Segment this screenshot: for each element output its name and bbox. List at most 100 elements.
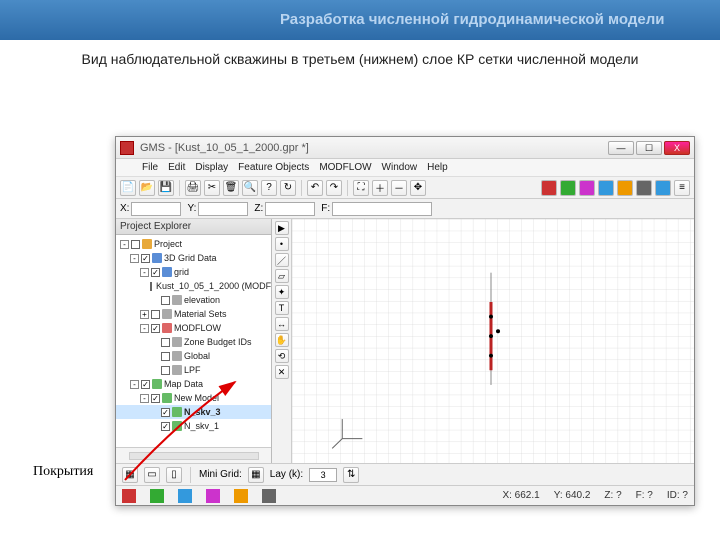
tree-checkbox[interactable]	[161, 352, 170, 361]
search-icon[interactable]: 🔍	[242, 180, 258, 196]
status-cube-green-icon[interactable]	[150, 489, 164, 503]
menu-feature-objects[interactable]: Feature Objects	[238, 162, 309, 173]
tree-item[interactable]: -✓Map Data	[116, 377, 271, 391]
point-tool-icon[interactable]: •	[275, 237, 289, 251]
poly-tool-icon[interactable]: ▱	[275, 269, 289, 283]
menu-edit[interactable]: Edit	[168, 162, 185, 173]
new-file-icon[interactable]: 📄	[120, 180, 136, 196]
pan-icon[interactable]: ✥	[410, 180, 426, 196]
tree-item[interactable]: LPF	[116, 363, 271, 377]
zoom-out-icon[interactable]: －	[391, 180, 407, 196]
status-cube-magenta-icon[interactable]	[206, 489, 220, 503]
coord-z-input[interactable]	[265, 202, 315, 216]
tree-item[interactable]: +Material Sets	[116, 307, 271, 321]
tree-toggle-icon[interactable]: -	[140, 324, 149, 333]
menu-window[interactable]: Window	[382, 162, 418, 173]
menu-file[interactable]: File	[142, 162, 158, 173]
redo-icon[interactable]: ↷	[326, 180, 342, 196]
tree-item[interactable]: ✓N_skv_1	[116, 419, 271, 433]
refresh-icon[interactable]: ↻	[280, 180, 296, 196]
menu-modflow[interactable]: MODFLOW	[319, 162, 371, 173]
cross-tool-icon[interactable]: ✕	[275, 365, 289, 379]
zoom-in-icon[interactable]: ＋	[372, 180, 388, 196]
hand-tool-icon[interactable]: ✋	[275, 333, 289, 347]
explorer-scrollbar[interactable]	[116, 447, 271, 463]
tree-item[interactable]: -✓MODFLOW	[116, 321, 271, 335]
text-tool-icon[interactable]: T	[275, 301, 289, 315]
model-canvas[interactable]	[292, 219, 694, 463]
window-close-button[interactable]: X	[664, 141, 690, 155]
cube-green-icon[interactable]	[560, 180, 576, 196]
coord-x-input[interactable]	[131, 202, 181, 216]
cube-blue-icon[interactable]	[598, 180, 614, 196]
tree-checkbox[interactable]	[151, 310, 160, 319]
tree-checkbox[interactable]: ✓	[151, 268, 160, 277]
measure-tool-icon[interactable]: ↔	[275, 317, 289, 331]
tree-item[interactable]: -Project	[116, 237, 271, 251]
status-cube-blue-icon[interactable]	[178, 489, 192, 503]
status-cube-red-icon[interactable]	[122, 489, 136, 503]
tree-checkbox[interactable]: ✓	[161, 408, 170, 417]
front-view-icon[interactable]: ▭	[144, 467, 160, 483]
print-icon[interactable]: 🖨	[185, 180, 201, 196]
select-tool-icon[interactable]: ▶	[275, 221, 289, 235]
canvas-area: ▶ • ／ ▱ ✦ T ↔ ✋ ⟲ ✕	[272, 219, 694, 463]
tree-item[interactable]: -✓New Model	[116, 391, 271, 405]
open-icon[interactable]: 📂	[139, 180, 155, 196]
save-icon[interactable]: 💾	[158, 180, 174, 196]
cut-icon[interactable]: ✂	[204, 180, 220, 196]
tree-checkbox[interactable]: ✓	[141, 380, 150, 389]
tree-item[interactable]: -✓3D Grid Data	[116, 251, 271, 265]
help-icon[interactable]: ?	[261, 180, 277, 196]
lay-input[interactable]	[309, 468, 337, 482]
tree-item[interactable]: Zone Budget IDs	[116, 335, 271, 349]
lay-stepper[interactable]: ⇅	[343, 467, 359, 483]
more-icon[interactable]: ≡	[674, 180, 690, 196]
tree-checkbox[interactable]	[161, 338, 170, 347]
tree-checkbox[interactable]	[161, 366, 170, 375]
side-view-icon[interactable]: ▯	[166, 467, 182, 483]
tree-item[interactable]: ✓N_skv_3	[116, 405, 271, 419]
tree-toggle-icon[interactable]: +	[140, 310, 149, 319]
tree-checkbox[interactable]	[150, 282, 152, 291]
tree-checkbox[interactable]	[161, 296, 170, 305]
coord-toolbar: X: Y: Z: F:	[116, 199, 694, 219]
status-y: Y: 640.2	[554, 490, 591, 501]
tree-toggle-icon[interactable]: -	[130, 254, 139, 263]
status-cube-orange-icon[interactable]	[234, 489, 248, 503]
tree-toggle-icon[interactable]: -	[140, 268, 149, 277]
line-tool-icon[interactable]: ／	[275, 253, 289, 267]
cube-gray-icon[interactable]	[636, 180, 652, 196]
tree-checkbox[interactable]: ✓	[141, 254, 150, 263]
tree-checkbox[interactable]: ✓	[161, 422, 170, 431]
node-tool-icon[interactable]: ✦	[275, 285, 289, 299]
undo-icon[interactable]: ↶	[307, 180, 323, 196]
menu-help[interactable]: Help	[427, 162, 448, 173]
tree-item[interactable]: Kust_10_05_1_2000 (MODFLO	[116, 279, 271, 293]
tree-item[interactable]: elevation	[116, 293, 271, 307]
tree-checkbox[interactable]: ✓	[151, 324, 160, 333]
tree-toggle-icon[interactable]: -	[140, 394, 149, 403]
window-maximize-button[interactable]: ☐	[636, 141, 662, 155]
status-cube-gray-icon[interactable]	[262, 489, 276, 503]
delete-icon[interactable]: 🗑	[223, 180, 239, 196]
coord-y-input[interactable]	[198, 202, 248, 216]
minigrid-icon[interactable]: ▦	[248, 467, 264, 483]
window-minimize-button[interactable]: —	[608, 141, 634, 155]
coord-f-input[interactable]	[332, 202, 432, 216]
tree-toggle-icon[interactable]: -	[130, 380, 139, 389]
menu-display[interactable]: Display	[195, 162, 228, 173]
tree-checkbox[interactable]: ✓	[151, 394, 160, 403]
rotate-tool-icon[interactable]: ⟲	[275, 349, 289, 363]
tree-item[interactable]: -✓grid	[116, 265, 271, 279]
zoom-fit-icon[interactable]: ⛶	[353, 180, 369, 196]
tree-checkbox[interactable]	[131, 240, 140, 249]
tree-toggle-icon[interactable]: -	[120, 240, 129, 249]
project-tree[interactable]: -Project-✓3D Grid Data-✓gridKust_10_05_1…	[116, 235, 271, 447]
cube-orange-icon[interactable]	[617, 180, 633, 196]
cube-cyan-icon[interactable]	[655, 180, 671, 196]
cube-red-icon[interactable]	[541, 180, 557, 196]
cube-magenta-icon[interactable]	[579, 180, 595, 196]
tree-item[interactable]: Global	[116, 349, 271, 363]
plan-view-icon[interactable]: ▦	[122, 467, 138, 483]
